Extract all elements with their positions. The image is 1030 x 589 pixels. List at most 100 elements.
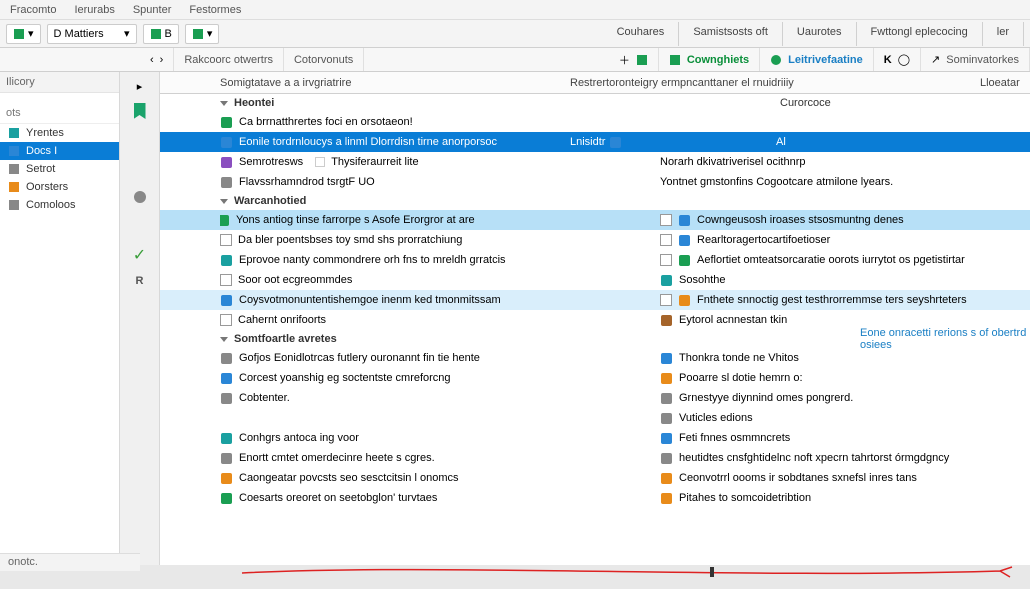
flag-icon	[220, 116, 233, 129]
letter-r-icon[interactable]: R	[136, 275, 144, 287]
top-tab[interactable]: Uaurotes	[783, 22, 857, 46]
content: Somigtatave a a irvgriatrire Restrertoro…	[160, 72, 1030, 565]
list-row[interactable]: Conhgrs antoca ing voorFeti fnnes osmmnc…	[160, 428, 1030, 448]
bookmark-icon[interactable]	[134, 103, 146, 119]
sidebar-section: ots	[0, 103, 119, 124]
group-header[interactable]: Somtfoartle avretesEone onracetti rerion…	[160, 330, 1030, 348]
sidebar-header: Ilicory	[0, 72, 119, 93]
num-icon	[220, 176, 233, 189]
row-text: Eytorol acnnestan tkin	[679, 314, 787, 326]
col-header-1[interactable]: Somigtatave a a irvgriatrire	[220, 77, 570, 89]
flag-icon	[636, 54, 648, 66]
box-icon	[220, 136, 233, 149]
tool-dropdown-a[interactable]: ▾	[6, 24, 41, 44]
group-sub3: Eone onracetti rerions s of obertrd osie…	[860, 327, 1030, 351]
row-text: Rearltoragertocartifoetioser	[697, 234, 830, 246]
group-header[interactable]: HeonteiCurorcoce2Ucr	[160, 94, 1030, 112]
top-tab[interactable]: ler	[983, 22, 1024, 46]
row-text: Vuticles edions	[679, 412, 753, 424]
breadcrumb[interactable]: Rakcoorc otwertrs	[184, 54, 273, 66]
list-row[interactable]: Vuticles edions	[160, 408, 1030, 428]
check-icon[interactable]: ✓	[133, 245, 146, 265]
sidebar-item[interactable]: Docs I	[0, 142, 119, 160]
sidebar-item[interactable]: Oorsters	[0, 178, 119, 196]
checkbox[interactable]	[660, 234, 672, 246]
group-label: Warcanhotied	[234, 195, 306, 207]
checkbox[interactable]	[660, 294, 672, 306]
tool-dropdown-main[interactable]: D Mattiers▾	[47, 24, 137, 44]
sidebar-item-label: Oorsters	[26, 181, 68, 193]
list-row[interactable]: Eprovoe nanty commondrere orh fns to mre…	[160, 250, 1030, 270]
chevron-left-icon[interactable]: ‹	[150, 54, 154, 66]
list-row[interactable]: SemrotreswsThysiferaurreit liteNorarh dk…	[160, 152, 1030, 172]
row-text: Caongeatar povcsts seo sesctcitsin l ono…	[239, 472, 459, 484]
row-text: Flavssrhamndrod tsrgtF UO	[239, 176, 375, 188]
list-row[interactable]: Eonile tordrnloucys a linml Dlorrdisn ti…	[160, 132, 1030, 152]
cube-icon	[220, 492, 233, 505]
breadcrumb[interactable]: Cotorvonuts	[294, 54, 353, 66]
checkbox[interactable]	[220, 314, 232, 326]
ey-icon	[220, 352, 233, 365]
person-icon	[8, 199, 20, 211]
list-row[interactable]: Soor oot ecgreommdesSosohthe	[160, 270, 1030, 290]
arrow-icon[interactable]: ↗	[931, 53, 940, 66]
wrench-icon[interactable]	[132, 189, 148, 205]
top-tab[interactable]: Couhares	[603, 22, 680, 46]
plus-icon[interactable]: ＋	[619, 52, 630, 68]
list-row[interactable]: Cobtenter.Grnestyye diynnind omes pongre…	[160, 388, 1030, 408]
chevron-down-icon	[220, 101, 228, 106]
list-row[interactable]: Coysvotmonuntentishemgoe inenm ked tmonm…	[160, 290, 1030, 310]
list-row[interactable]: Caongeatar povcsts seo sesctcitsin l ono…	[160, 468, 1030, 488]
ribbon-action[interactable]: Cownghiets	[687, 54, 749, 66]
list-row[interactable]: Gofjos Eonidlotrcas futlery ouronannt fi…	[160, 348, 1030, 368]
letter-k-icon[interactable]: K	[884, 54, 892, 66]
sidebar-item[interactable]: Yrentes	[0, 124, 119, 142]
tool-btn-b[interactable]: B	[143, 24, 179, 44]
checkbox[interactable]	[220, 234, 232, 246]
globe-icon	[220, 254, 233, 267]
row-text: Corcest yoanshig eg soctentste cmreforcn…	[239, 372, 451, 384]
top-tab[interactable]: Fwttongl eplecocing	[857, 22, 983, 46]
list-row[interactable]: Corcest yoanshig eg soctentste cmreforcn…	[160, 368, 1030, 388]
top-tab[interactable]: Samistsosts oft	[679, 22, 783, 46]
col-header-2[interactable]: Restrertoronteigry ermpncanttaner el rnu…	[570, 77, 980, 89]
pin-icon[interactable]: ▸	[137, 80, 143, 93]
ribbon-action[interactable]: Sominvatorkes	[946, 54, 1019, 66]
tool-btn-c[interactable]: ▾	[185, 24, 220, 44]
sidebar: Ilicory ots YrentesDocs ISetrot Oorsters C…	[0, 72, 120, 565]
chevron-right-icon[interactable]: ›	[160, 54, 164, 66]
row-text: Cobtenter.	[239, 392, 290, 404]
checkbox[interactable]	[660, 214, 672, 226]
col-header-3[interactable]: Lloeatar	[980, 77, 1030, 89]
ribbon-action[interactable]: Leitrivefaatine	[788, 54, 863, 66]
shield-icon	[669, 54, 681, 66]
sidebar-item[interactable]: Comoloos	[0, 196, 119, 214]
chevron-down-icon	[220, 199, 228, 204]
person-icon	[770, 54, 782, 66]
rows-container: HeonteiCurorcoce2Ucr Ca brrnatthrertes fo…	[160, 94, 1030, 565]
row-text: Gofjos Eonidlotrcas futlery ouronannt fi…	[239, 352, 480, 364]
badge-icon	[609, 136, 622, 149]
gear-icon	[8, 163, 20, 175]
checkbox[interactable]	[660, 254, 672, 266]
menu-item[interactable]: Festormes	[189, 4, 241, 16]
as-icon	[660, 352, 673, 365]
menu-item[interactable]: Fracomto	[10, 4, 56, 16]
list-row[interactable]: Flavssrhamndrod tsrgtF UOYontnet gmstonf…	[160, 172, 1030, 192]
list-row[interactable]: Yons antiog tinse farrorpe s Asofe Erorg…	[160, 210, 1030, 230]
list-row[interactable]: Ca brrnatthrertes foci en orsotaeon!	[160, 112, 1030, 132]
list-row[interactable]: Enortt cmtet omerdecinre heete s cgres.h…	[160, 448, 1030, 468]
circle-icon[interactable]: ◯	[898, 53, 910, 66]
flag2-icon	[660, 492, 673, 505]
row-text: Da bler poentsbses toy smd shs prorratch…	[238, 234, 462, 246]
checkbox[interactable]	[220, 274, 232, 286]
doc-icon	[8, 145, 20, 157]
menu-item[interactable]: Spunter	[133, 4, 172, 16]
e-icon	[660, 274, 673, 287]
list-row[interactable]: Coesarts oreoret on seetobglon' turvtaes…	[160, 488, 1030, 508]
list-row[interactable]: Da bler poentsbses toy smd shs prorratch…	[160, 230, 1030, 250]
sidebar-item[interactable]: Setrot	[0, 160, 119, 178]
menu-item[interactable]: Ierurabs	[74, 4, 114, 16]
row-text: Ca brrnatthrertes foci en orsotaeon!	[239, 116, 413, 128]
group-header[interactable]: Warcanhotied	[160, 192, 1030, 210]
